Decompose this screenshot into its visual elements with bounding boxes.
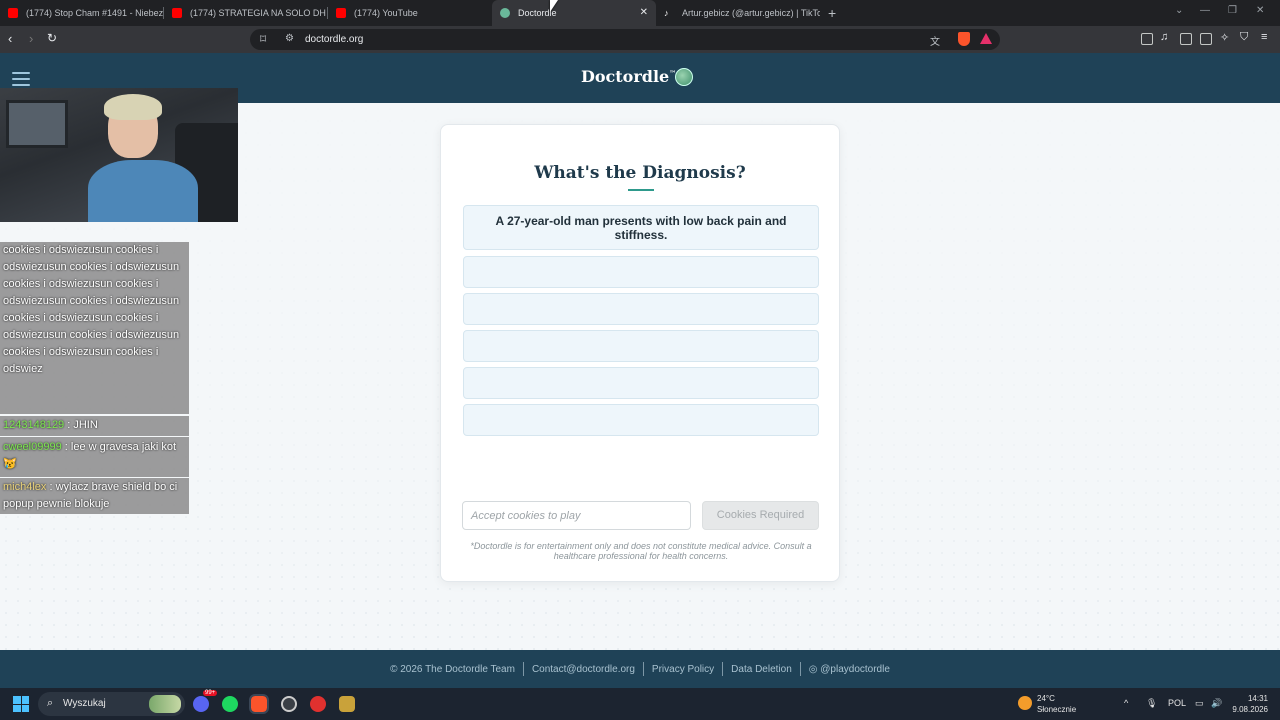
tiktok-icon: ♪ (664, 8, 669, 18)
clue-4 (463, 330, 819, 362)
music-icon[interactable]: ♫ (1160, 31, 1168, 43)
url-text[interactable]: doctordle.org (305, 34, 363, 45)
submit-button[interactable]: Cookies Required (702, 501, 819, 530)
tab-youtube-2[interactable]: (1774) STRATEGIA NA SOLO DH JEST (164, 0, 328, 26)
language-indicator[interactable]: POL (1168, 698, 1186, 708)
data-deletion-link[interactable]: Data Deletion (723, 664, 800, 675)
chat-username: 1243148129 (3, 419, 65, 431)
spotify-icon[interactable] (222, 696, 238, 712)
chat-message: mich4lex : wylacz brave shield bo ci pop… (0, 478, 189, 514)
browser-tabstrip: (1774) Stop Cham #1491 - Niebezpie (1774… (0, 0, 1280, 26)
league-icon[interactable] (339, 696, 355, 712)
brave-rewards-icon[interactable] (980, 33, 992, 44)
close-tab-icon[interactable]: ✕ (640, 7, 648, 18)
tab-search-icon[interactable]: ⌄ (1175, 5, 1183, 16)
tab-youtube-3[interactable]: (1774) YouTube (328, 0, 492, 26)
clue-1: A 27-year-old man presents with low back… (463, 205, 819, 250)
taskbar-search[interactable]: ⌕ Wyszukaj (38, 692, 185, 716)
title-underline (628, 189, 654, 191)
site-logo[interactable]: Doctordle™ (581, 67, 676, 86)
site-info-icon[interactable]: ⚙ (285, 33, 294, 44)
page-title: What's the Diagnosis? (534, 163, 746, 183)
clue-3 (463, 293, 819, 325)
tab-youtube-1[interactable]: (1774) Stop Cham #1491 - Niebezpie (0, 0, 164, 26)
tab-doctordle[interactable]: Doctordle ✕ (492, 0, 656, 26)
network-icon[interactable]: ▭ (1195, 698, 1204, 709)
brave-taskbar-icon[interactable] (249, 694, 269, 714)
app-red-icon[interactable] (310, 696, 326, 712)
leo-ai-icon[interactable]: ✧ (1220, 31, 1229, 44)
contact-link[interactable]: Contact@doctordle.org (524, 664, 643, 675)
youtube-icon (336, 8, 346, 18)
tab-title: (1774) Stop Cham #1491 - Niebezpie (26, 8, 164, 18)
chat-message: cookies i odswiezusun cookies i odswiezu… (0, 242, 189, 414)
notification-badge: 99+ (203, 690, 218, 696)
webcam-overlay (0, 88, 238, 222)
discord-icon[interactable] (193, 696, 209, 712)
chat-username: cweel09999 (3, 441, 62, 453)
clue-5 (463, 367, 819, 399)
tab-tiktok[interactable]: ♪ Artur.gebicz (@artur.gebicz) | TikTok (656, 0, 820, 26)
windows-taskbar: ⌕ Wyszukaj 99+ 24°C Słonecznie ^ 🎙 POL ▭ … (0, 688, 1280, 720)
tab-title: (1774) YouTube (354, 8, 418, 18)
back-icon[interactable]: ‹ (8, 31, 12, 46)
clock[interactable]: 14:31 9.08.2026 (1228, 693, 1268, 715)
browser-toolbar: ‹ › ↻ ⌑ ⚙ doctordle.org 文 ♫ ✧ ⛉ ≡ (0, 26, 1280, 53)
minimize-icon[interactable]: — (1200, 5, 1210, 16)
instagram-link[interactable]: ◎ @playdoctordle (801, 664, 898, 675)
brave-shield-icon[interactable] (958, 32, 970, 46)
diagnosis-input[interactable]: Accept cookies to play (462, 501, 691, 530)
weather-icon[interactable] (1018, 696, 1032, 710)
bookmark-icon[interactable]: ⌑ (260, 32, 266, 46)
clue-2 (463, 256, 819, 288)
chat-message: 1243148129 : JHIN (0, 416, 189, 436)
windows-start-icon[interactable] (13, 696, 29, 712)
new-tab-button[interactable]: + (828, 5, 836, 21)
mouse-cursor-icon (550, 0, 558, 12)
chat-username: mich4lex (3, 481, 47, 493)
privacy-link[interactable]: Privacy Policy (644, 664, 722, 675)
translate-icon[interactable]: 文 (930, 33, 940, 48)
forward-icon[interactable]: › (29, 31, 33, 46)
extensions-icon[interactable] (1141, 33, 1153, 45)
tab-title: Artur.gebicz (@artur.gebicz) | TikTok (682, 8, 820, 18)
obs-icon[interactable] (281, 696, 297, 712)
globe-icon (500, 8, 510, 18)
reload-icon[interactable]: ↻ (47, 31, 57, 45)
game-card: What's the Diagnosis? A 27-year-old man … (440, 124, 840, 582)
clue-6 (463, 404, 819, 436)
search-icon: ⌕ (47, 697, 54, 709)
youtube-icon (172, 8, 182, 18)
tray-expand-icon[interactable]: ^ (1124, 698, 1128, 708)
search-highlight-image (149, 695, 181, 713)
sidebar-icon[interactable] (1180, 33, 1192, 45)
close-window-icon[interactable]: ✕ (1256, 5, 1264, 16)
microphone-icon[interactable]: 🎙 (1146, 698, 1157, 709)
globe-logo-icon (675, 68, 693, 86)
weather-widget[interactable]: 24°C Słonecznie (1037, 693, 1076, 715)
site-footer: © 2026 The Doctordle Team Contact@doctor… (0, 650, 1280, 688)
menu-icon[interactable]: ≡ (1261, 31, 1267, 43)
copyright-text: © 2026 The Doctordle Team (390, 663, 515, 675)
vpn-icon[interactable]: ⛉ (1240, 31, 1248, 44)
wallet-icon[interactable] (1200, 33, 1212, 45)
address-bar[interactable]: ⌑ ⚙ doctordle.org 文 (250, 29, 1000, 50)
disclaimer-text: *Doctordle is for entertainment only and… (470, 541, 812, 561)
tab-title: (1774) STRATEGIA NA SOLO DH JEST (190, 8, 328, 18)
chat-message: cweel09999 : lee w gravesa jaki kot 😿 (0, 437, 189, 477)
volume-icon[interactable]: 🔊 (1211, 698, 1222, 709)
youtube-icon (8, 8, 18, 18)
maximize-icon[interactable]: ❐ (1228, 5, 1237, 16)
